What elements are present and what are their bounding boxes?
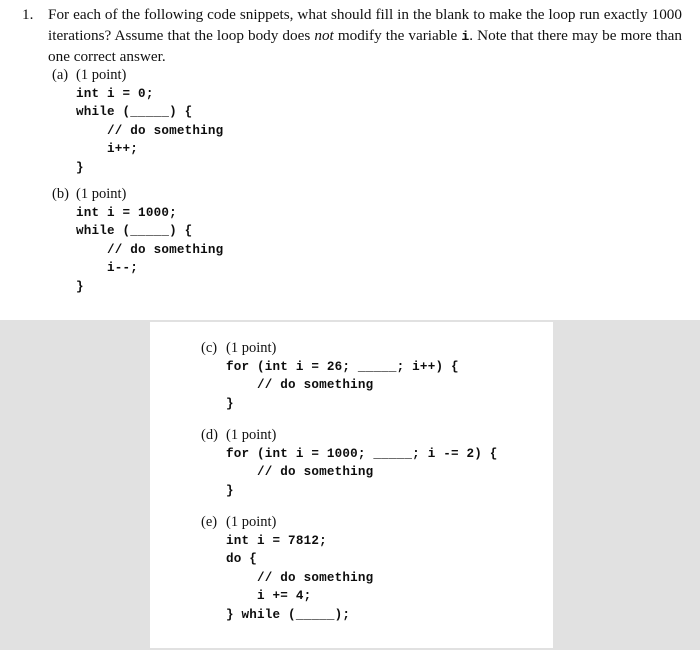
part-e-label: (e) [201, 514, 218, 530]
part-c-code: for (int i = 26; _____; i++) { // do som… [226, 359, 459, 411]
part-c-label: (c) [201, 340, 218, 356]
lower-gray-band: (c) (1 point) for (int i = 26; _____; i+… [0, 320, 700, 650]
question-emphasis-not: not [314, 26, 334, 44]
part-a-label: (a) [52, 67, 69, 83]
part-a-body: (1 point) int i = 0; while (_____) { // … [76, 66, 223, 178]
part-d-points: (1 point) [226, 427, 277, 443]
part-e-body: (1 point) int i = 7812; do { // do somet… [226, 513, 373, 625]
question-text: For each of the following code snippets,… [48, 5, 682, 68]
part-b-body: (1 point) int i = 1000; while (_____) { … [76, 185, 223, 297]
question-block: 1. For each of the following code snippe… [22, 5, 682, 68]
part-d: (d) (1 point) for (int i = 1000; _____; … [201, 426, 498, 500]
question-text-part-2: modify the variable [333, 26, 462, 44]
part-e: (e) (1 point) int i = 7812; do { // do s… [201, 513, 373, 625]
part-b-label: (b) [52, 186, 69, 202]
part-e-points: (1 point) [226, 514, 277, 530]
part-c: (c) (1 point) for (int i = 26; _____; i+… [201, 339, 459, 413]
part-b-points: (1 point) [76, 186, 127, 202]
part-c-points: (1 point) [226, 340, 277, 356]
question-number: 1. [22, 6, 34, 23]
part-e-code: int i = 7812; do { // do something i += … [226, 533, 374, 622]
part-d-code: for (int i = 1000; _____; i -= 2) { // d… [226, 446, 498, 498]
part-a-points: (1 point) [76, 67, 127, 83]
part-b-code: int i = 1000; while (_____) { // do some… [76, 205, 224, 294]
part-b: (b) (1 point) int i = 1000; while (_____… [52, 185, 223, 297]
part-c-body: (1 point) for (int i = 26; _____; i++) {… [226, 339, 459, 413]
part-d-body: (1 point) for (int i = 1000; _____; i -=… [226, 426, 498, 500]
part-a: (a) (1 point) int i = 0; while (_____) {… [52, 66, 223, 178]
lower-page-region: (c) (1 point) for (int i = 26; _____; i+… [150, 322, 553, 648]
part-d-label: (d) [201, 427, 218, 443]
part-a-code: int i = 0; while (_____) { // do somethi… [76, 86, 224, 175]
upper-page-region: 1. For each of the following code snippe… [0, 0, 700, 320]
